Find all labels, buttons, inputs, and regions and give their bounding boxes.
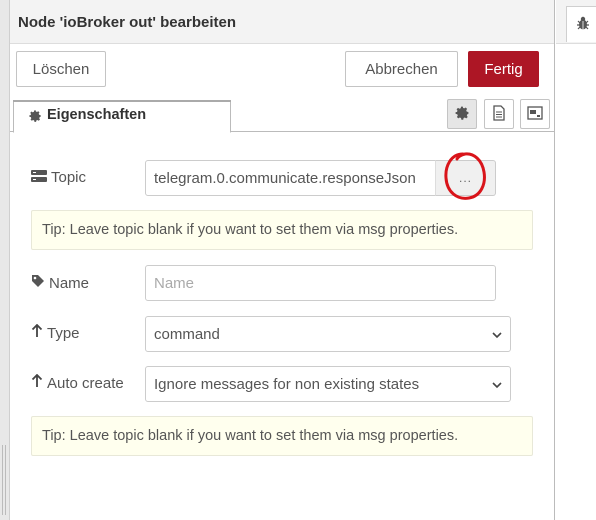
type-label-text: Type bbox=[47, 324, 80, 342]
topic-label-text: Topic bbox=[51, 169, 87, 186]
type-label: Type bbox=[31, 323, 80, 342]
tray-toolbar: Löschen Abbrechen Fertig bbox=[10, 44, 554, 94]
appearance-icon bbox=[527, 105, 543, 123]
topic-label: Topic bbox=[31, 169, 86, 186]
topic-tip: Tip: Leave topic blank if you want to se… bbox=[31, 210, 533, 250]
tag-icon bbox=[31, 274, 45, 292]
tab-label: Eigenschaften bbox=[47, 107, 147, 123]
cancel-button[interactable]: Abbrechen bbox=[345, 51, 458, 87]
chevron-down-icon bbox=[492, 326, 502, 343]
gear-icon bbox=[454, 105, 470, 124]
arrow-up-icon bbox=[31, 373, 43, 392]
topic-input[interactable]: telegram.0.communicate.responseJson bbox=[145, 160, 436, 196]
auto-create-label: Auto create bbox=[31, 373, 124, 392]
auto-create-select-value: Ignore messages for non existing states bbox=[154, 375, 420, 393]
auto-create-tip: Tip: Leave topic blank if you want to se… bbox=[31, 416, 533, 456]
type-select-value: command bbox=[154, 325, 220, 343]
tray-title: Node 'ioBroker out' bearbeiten bbox=[10, 0, 554, 44]
type-select[interactable]: command bbox=[145, 316, 511, 352]
tab-bar: Eigenschaften bbox=[10, 94, 554, 133]
delete-button[interactable]: Löschen bbox=[16, 51, 106, 87]
name-label: Name bbox=[31, 274, 89, 292]
auto-create-select[interactable]: Ignore messages for non existing states bbox=[145, 366, 511, 402]
done-button[interactable]: Fertig bbox=[468, 51, 539, 87]
name-input[interactable]: Name bbox=[145, 265, 496, 301]
debug-tab[interactable] bbox=[566, 6, 596, 42]
resize-handle[interactable] bbox=[2, 445, 6, 515]
edit-tray: Node 'ioBroker out' bearbeiten Löschen A… bbox=[10, 0, 555, 520]
properties-tab-button[interactable] bbox=[447, 99, 477, 129]
gear-icon bbox=[28, 107, 42, 127]
description-tab-button[interactable] bbox=[484, 99, 514, 129]
chevron-down-icon bbox=[492, 376, 502, 393]
workspace-edge bbox=[0, 0, 10, 520]
right-sidebar bbox=[556, 0, 596, 520]
annotation-circle bbox=[444, 152, 486, 200]
bug-icon bbox=[575, 15, 591, 34]
document-icon bbox=[492, 104, 506, 124]
auto-create-label-text: Auto create bbox=[47, 374, 124, 392]
tab-active-indicator bbox=[13, 100, 231, 102]
arrow-up-icon bbox=[31, 323, 43, 342]
tab-properties[interactable]: Eigenschaften bbox=[13, 100, 231, 133]
appearance-tab-button[interactable] bbox=[520, 99, 550, 129]
name-label-text: Name bbox=[49, 274, 90, 292]
tasks-icon bbox=[31, 169, 47, 186]
